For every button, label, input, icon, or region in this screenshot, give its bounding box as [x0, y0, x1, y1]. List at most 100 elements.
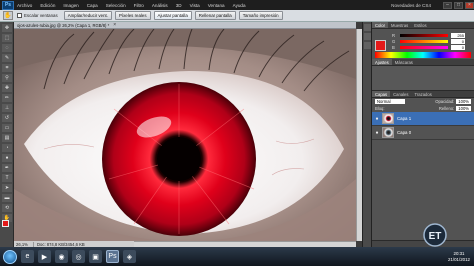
close-button[interactable]: × — [465, 1, 474, 9]
workspace-switcher[interactable]: Novedades de CS4 — [391, 3, 431, 8]
layers-panel-tabs: Capas Canales Trazados — [372, 91, 474, 98]
minimize-button[interactable]: – — [443, 1, 452, 9]
adjustments-panel — [372, 66, 474, 91]
menu-ventana[interactable]: Ventana — [208, 3, 225, 8]
color-spectrum[interactable] — [375, 52, 471, 58]
move-tool-icon[interactable]: ✥ — [2, 24, 12, 32]
tab-trazados[interactable]: Trazados — [411, 91, 434, 97]
swatches-icon[interactable] — [364, 42, 371, 49]
document-size: Doc: 874,8 KB/3454,6 KB — [37, 241, 85, 247]
tab-color[interactable]: Color — [372, 22, 389, 28]
channel-logo: ET — [423, 223, 447, 247]
checkbox-label: Escalar ventanas — [24, 13, 58, 18]
rellenar-pantalla-button[interactable]: Rellenar pantalla — [194, 11, 236, 20]
escalar-ventanas-checkbox[interactable]: Escalar ventanas — [17, 13, 58, 18]
options-bar: ✋ Escalar ventanas Ampliar/reducir vent.… — [0, 10, 474, 22]
g-value[interactable]: 0 — [451, 38, 465, 44]
menu-analisis[interactable]: Análisis — [152, 3, 168, 8]
shape-tool-icon[interactable]: ▬ — [2, 194, 12, 202]
menu-filtro[interactable]: Filtro — [134, 3, 144, 8]
path-select-tool-icon[interactable]: ➤ — [2, 184, 12, 192]
menu-imagen[interactable]: Imagen — [63, 3, 78, 8]
stamp-tool-icon[interactable]: ⊥ — [2, 104, 12, 112]
actions-icon[interactable] — [364, 33, 371, 40]
opacity-field[interactable]: 100% — [456, 99, 471, 104]
r-value[interactable]: 255 — [451, 32, 465, 38]
b-slider[interactable] — [400, 45, 448, 49]
menu-vista[interactable]: Vista — [190, 3, 200, 8]
layer-thumbnail — [382, 127, 394, 138]
layer-thumbnail — [382, 113, 394, 124]
clock-date: 21/01/2012 — [448, 256, 470, 262]
menu-edicion[interactable]: Edición — [40, 3, 55, 8]
chrome-icon[interactable]: ◎ — [72, 250, 85, 263]
document-title: ojos-azules-rubia.jpg @ 26,2% (Capa 1, R… — [17, 22, 110, 28]
fill-field[interactable]: 100% — [456, 106, 471, 111]
history-brush-tool-icon[interactable]: ↺ — [2, 114, 12, 122]
media-icon[interactable]: ▶ — [38, 250, 51, 263]
dodge-tool-icon[interactable]: ● — [2, 154, 12, 162]
eye-image — [14, 29, 356, 241]
checkbox-box[interactable] — [17, 13, 22, 18]
tab-canales[interactable]: Canales — [390, 91, 411, 97]
folder-icon[interactable]: ▣ — [89, 250, 102, 263]
clock[interactable]: 20:31 21/01/2012 — [448, 251, 470, 262]
document-tab[interactable]: ojos-azules-rubia.jpg @ 26,2% (Capa 1, R… — [14, 22, 356, 29]
layer-row[interactable]: ● Capa 1 — [372, 112, 474, 126]
blend-row: Normal Opacidad: 100% — [372, 98, 474, 105]
blend-mode-select[interactable]: Normal — [375, 99, 405, 104]
tab-ajustes[interactable]: Ajustes — [372, 59, 392, 65]
eyedropper-tool-icon[interactable]: ⚲ — [2, 74, 12, 82]
menu-seleccion[interactable]: Selección — [106, 3, 126, 8]
marquee-tool-icon[interactable]: ⬚ — [2, 34, 12, 42]
blur-tool-icon[interactable]: ◔ — [2, 144, 12, 152]
gradient-tool-icon[interactable]: ▤ — [2, 134, 12, 142]
menu-3d[interactable]: 3D — [176, 3, 182, 8]
menu-ayuda[interactable]: Ayuda — [233, 3, 246, 8]
r-slider[interactable] — [400, 33, 448, 37]
pixeles-reales-button[interactable]: Píxeles reales — [114, 11, 151, 20]
foreground-color-swatch[interactable] — [2, 220, 9, 227]
panel-icon-strip — [362, 22, 371, 247]
b-value[interactable]: 0 — [451, 44, 465, 50]
browser-icon[interactable]: ◈ — [123, 250, 136, 263]
eye-icon[interactable]: ● — [374, 130, 380, 136]
crop-tool-icon[interactable]: ⌗ — [2, 64, 12, 72]
firefox-icon[interactable]: ◉ — [55, 250, 68, 263]
quick-select-tool-icon[interactable]: ✎ — [2, 54, 12, 62]
start-button[interactable] — [3, 249, 17, 264]
tab-muestras[interactable]: Muestras — [388, 22, 411, 28]
tab-estilos[interactable]: Estilos — [411, 22, 429, 28]
healing-tool-icon[interactable]: ✚ — [2, 84, 12, 92]
menu-bar: Ps Archivo Edición Imagen Capa Selección… — [0, 0, 474, 10]
3d-tool-icon[interactable]: ⟲ — [2, 204, 12, 212]
ajustar-pantalla-button[interactable]: Ajustar pantalla — [153, 11, 192, 20]
pen-tool-icon[interactable]: ✒ — [2, 164, 12, 172]
menu-archivo[interactable]: Archivo — [17, 3, 32, 8]
close-icon[interactable]: × — [113, 22, 116, 28]
zoom-level[interactable]: 26,1% — [14, 241, 34, 247]
type-tool-icon[interactable]: T — [2, 174, 12, 182]
menu-capa[interactable]: Capa — [87, 3, 98, 8]
photoshop-window: Ps Archivo Edición Imagen Capa Selección… — [0, 0, 474, 266]
tamano-impresion-button[interactable]: Tamaño impresión — [238, 11, 283, 20]
document-canvas[interactable] — [14, 29, 356, 241]
hand-icon[interactable]: ✋ — [3, 11, 13, 20]
windows-taskbar: e ▶ ◉ ◎ ▣ Ps ◈ 20:31 21/01/2012 — [0, 247, 474, 266]
explorer-icon[interactable]: e — [21, 250, 34, 263]
brush-tool-icon[interactable]: ✏ — [2, 94, 12, 102]
g-slider[interactable] — [400, 39, 448, 43]
tab-mascaras[interactable]: Máscaras — [392, 59, 416, 65]
eraser-tool-icon[interactable]: ▭ — [2, 124, 12, 132]
maximize-button[interactable]: □ — [454, 1, 463, 9]
history-icon[interactable] — [364, 24, 371, 31]
lasso-tool-icon[interactable]: ◌ — [2, 44, 12, 52]
lock-row: Bloq: Relleno: 100% — [372, 105, 474, 112]
channel-label: R — [392, 32, 396, 38]
photoshop-icon[interactable]: Ps — [106, 250, 119, 263]
color-swatch[interactable] — [375, 40, 386, 51]
layer-row[interactable]: ● Capa 0 — [372, 126, 474, 140]
ampliar-reducir-button[interactable]: Ampliar/reducir vent. — [63, 11, 112, 20]
eye-icon[interactable]: ● — [374, 116, 380, 122]
tab-capas[interactable]: Capas — [372, 91, 391, 97]
